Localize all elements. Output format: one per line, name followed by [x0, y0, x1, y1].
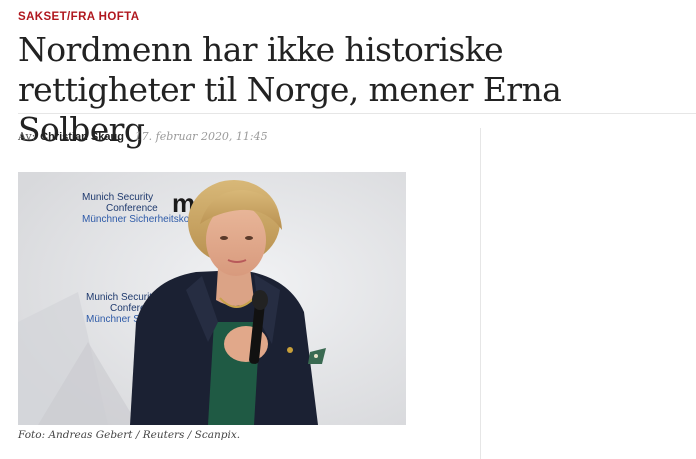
author-link[interactable]: Christian Skaug: [40, 131, 124, 143]
category-kicker[interactable]: SAKSET/FRA HOFTA: [18, 11, 139, 23]
byline: Av: Christian Skaug 17. februar 2020, 11…: [18, 130, 268, 143]
backdrop-text-2: Conference: [106, 203, 158, 214]
backdrop-text-6: Münchner Si: [86, 314, 142, 325]
article-page: SAKSET/FRA HOFTA Nordmenn har ikke histo…: [0, 0, 696, 459]
photo-caption: Foto: Andreas Gebert / Reuters / Scanpix…: [18, 429, 241, 441]
publish-date: 17. februar 2020, 11:45: [134, 130, 268, 143]
backdrop-text-1: Munich Security: [82, 192, 153, 203]
sidebar-divider: [480, 128, 481, 459]
header-divider: [18, 113, 696, 114]
article-photo: Munich Security Conference Münchner Sich…: [18, 172, 406, 425]
byline-prefix: Av:: [18, 130, 36, 143]
